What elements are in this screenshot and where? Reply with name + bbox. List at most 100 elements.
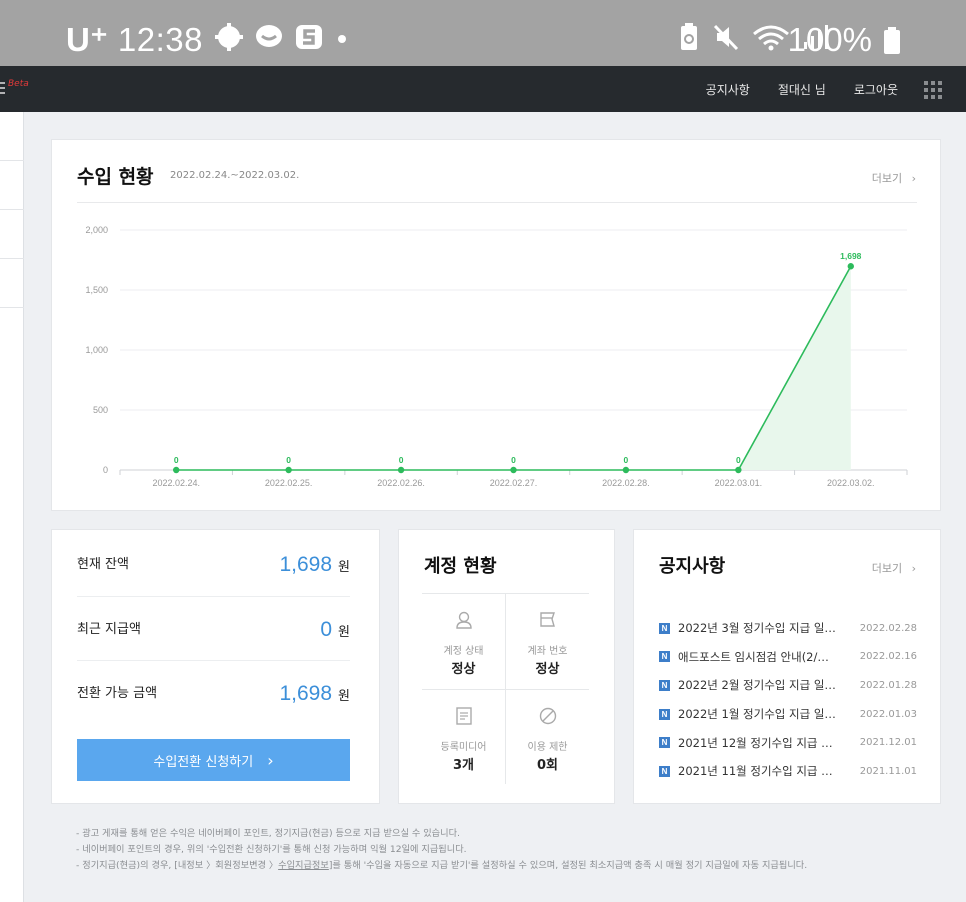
- data-label: 0: [624, 455, 629, 465]
- data-point: [735, 466, 742, 474]
- notice-item-date: 2021.11.01: [859, 765, 917, 777]
- registered-media-value: 3개: [452, 758, 474, 773]
- footnotes: - 광고 게재를 통해 얻은 수익은 네이버페이 포인트, 정기지급(현금) 등…: [76, 826, 807, 874]
- x-tick-label: 2022.02.26.: [377, 478, 425, 488]
- notice-item-title: 2021년 11월 정기수입 지급 …: [678, 764, 833, 779]
- balance-unit: 원: [338, 560, 350, 575]
- balance-unit: 원: [338, 689, 350, 704]
- revenue-date-range: 2022.02.24.~2022.03.02.: [170, 170, 300, 181]
- data-label: 0: [511, 455, 516, 465]
- sidebar-divider: [0, 258, 24, 259]
- balance-label: 현재 잔액: [77, 557, 129, 572]
- notice-item-title: 2021년 12월 정기수입 지급 …: [678, 735, 833, 750]
- chevron-right-icon: ›: [911, 562, 916, 575]
- nav-user-name[interactable]: 절대신 님: [778, 81, 826, 98]
- revenue-more-label: 더보기: [871, 172, 903, 185]
- usage-restriction-label: 이용 제한: [527, 742, 568, 753]
- sidebar-divider: [0, 307, 24, 308]
- wifi-icon: [753, 25, 789, 51]
- battery-icon: [884, 27, 900, 54]
- footnote-line: - 네이버페이 포인트의 경우, 위의 '수입전환 신청하기'를 통해 신청 가…: [76, 844, 467, 855]
- series-line: [176, 265, 852, 471]
- new-badge-icon: N: [659, 679, 670, 691]
- notice-more-link[interactable]: 더보기 ›: [872, 560, 916, 576]
- data-point: [285, 466, 292, 474]
- data-point: [847, 263, 854, 270]
- nav-logout-link[interactable]: 로그아웃: [854, 81, 898, 98]
- registered-media-label: 등록미디어: [440, 742, 487, 753]
- account-status-title: 계정 현황: [424, 556, 497, 577]
- y-tick-label: 1,500: [85, 285, 108, 295]
- new-badge-icon: N: [659, 708, 670, 720]
- apply-conversion-label: 수입전환 신청하기: [153, 754, 254, 770]
- payout-info-link[interactable]: 수입지급정보: [278, 860, 329, 871]
- data-label: 1,698: [840, 251, 862, 261]
- sidebar: [0, 112, 24, 902]
- footnote-line: - 정기지급(현금)의 경우, [내정보 〉회원정보변경 〉수입지급정보]를 통…: [76, 858, 807, 874]
- balance-divider: [77, 660, 350, 661]
- balance-row-convertible: 전환 가능 금액 1,698 원: [77, 662, 350, 726]
- x-tick-label: 2022.02.27.: [490, 478, 538, 488]
- chevron-right-icon: ›: [911, 172, 916, 185]
- carrier-label: U⁺: [66, 21, 109, 58]
- balance-value: 1,698 원: [279, 662, 350, 729]
- bank-card-icon: [540, 612, 555, 627]
- balance-unit: 원: [338, 625, 350, 640]
- notice-item-date: 2022.01.28: [859, 679, 917, 691]
- dot-icon: [338, 35, 346, 43]
- settings-gear-icon: [215, 23, 243, 51]
- balance-card: 현재 잔액 1,698 원 최근 지급액 0원 전환 가능 금액 1,698 원 수…: [51, 529, 380, 804]
- bank-account-cell: 계좌 번호 정상: [506, 594, 589, 689]
- notice-item[interactable]: N 2022년 1월 정기수입 지급 일… 2022.01.03: [659, 700, 917, 729]
- new-badge-icon: N: [659, 622, 670, 634]
- new-badge-icon: N: [659, 651, 670, 663]
- nav-notice-link[interactable]: 공지사항: [706, 81, 750, 98]
- notice-item[interactable]: N 2021년 11월 정기수입 지급 … 2021.11.01: [659, 757, 917, 786]
- registered-media-cell: 등록미디어 3개: [422, 690, 505, 785]
- usage-restriction-cell: 이용 제한 0회: [506, 690, 589, 785]
- notice-list: N 2022년 3월 정기수입 지급 일… 2022.02.28 N 애드포스트…: [659, 614, 917, 786]
- app-grid-icon[interactable]: [924, 81, 942, 99]
- mute-icon: [713, 24, 739, 51]
- data-point: [510, 466, 517, 474]
- account-state-value: 정상: [451, 662, 476, 677]
- revenue-divider: [77, 202, 917, 203]
- balance-value: 0원: [320, 598, 350, 665]
- notice-item[interactable]: N 애드포스트 임시점검 안내(2/… 2022.02.16: [659, 643, 917, 672]
- notice-item-date: 2022.01.03: [859, 708, 917, 720]
- account-status-card: 계정 현황 계정 상태 정상 계좌 번호 정상 등록미디어 3개 이용 제한 0…: [398, 529, 615, 804]
- balance-divider: [77, 596, 350, 597]
- data-point: [397, 466, 405, 474]
- balance-value: 1,698 원: [279, 533, 350, 600]
- notice-card: 공지사항 더보기 › N 2022년 3월 정기수입 지급 일… 2022.02…: [633, 529, 941, 804]
- status-clock: U⁺ 12:38: [66, 20, 203, 60]
- document-icon: [456, 707, 472, 725]
- x-tick-label: 2022.02.24.: [152, 478, 200, 488]
- y-tick-label: 2,000: [85, 225, 108, 235]
- apply-conversion-button[interactable]: 수입전환 신청하기 ›: [77, 739, 350, 781]
- revenue-more-link[interactable]: 더보기 ›: [872, 170, 916, 186]
- notice-item[interactable]: N 2021년 12월 정기수입 지급 … 2021.12.01: [659, 728, 917, 757]
- new-badge-icon: N: [659, 765, 670, 777]
- account-state-cell: 계정 상태 정상: [422, 594, 505, 689]
- balance-row-current: 현재 잔액 1,698 원: [77, 533, 350, 597]
- footnote-line: - 광고 게재를 통해 얻은 수익은 네이버페이 포인트, 정기지급(현금) 등…: [76, 828, 460, 839]
- balance-amount: 0: [320, 618, 333, 641]
- balance-row-recent-payout: 최근 지급액 0원: [77, 598, 350, 662]
- account-state-label: 계정 상태: [443, 646, 484, 657]
- s-app-icon: [296, 25, 322, 49]
- notice-item[interactable]: N 2022년 3월 정기수입 지급 일… 2022.02.28: [659, 614, 917, 643]
- notice-item[interactable]: N 2022년 2월 정기수입 지급 일… 2022.01.28: [659, 671, 917, 700]
- data-point: [622, 466, 630, 474]
- x-tick-label: 2022.02.28.: [602, 478, 650, 488]
- balance-label: 전환 가능 금액: [77, 686, 158, 701]
- notice-more-label: 더보기: [871, 562, 903, 575]
- notice-title: 공지사항: [659, 556, 726, 577]
- bank-account-value: 정상: [535, 662, 560, 677]
- revenue-card: 수입 현황 2022.02.24.~2022.03.02. 더보기 › 0 500…: [51, 139, 941, 511]
- account-status-grid: 계정 상태 정상 계좌 번호 정상 등록미디어 3개 이용 제한 0회: [422, 593, 589, 785]
- time-label: 12:38: [117, 21, 204, 58]
- balance-amount: 1,698: [279, 553, 333, 576]
- top-navigation: Beta 공지사항 절대신 님 로그아웃: [0, 66, 966, 112]
- status-bar: U⁺ 12:38 100%: [0, 0, 966, 66]
